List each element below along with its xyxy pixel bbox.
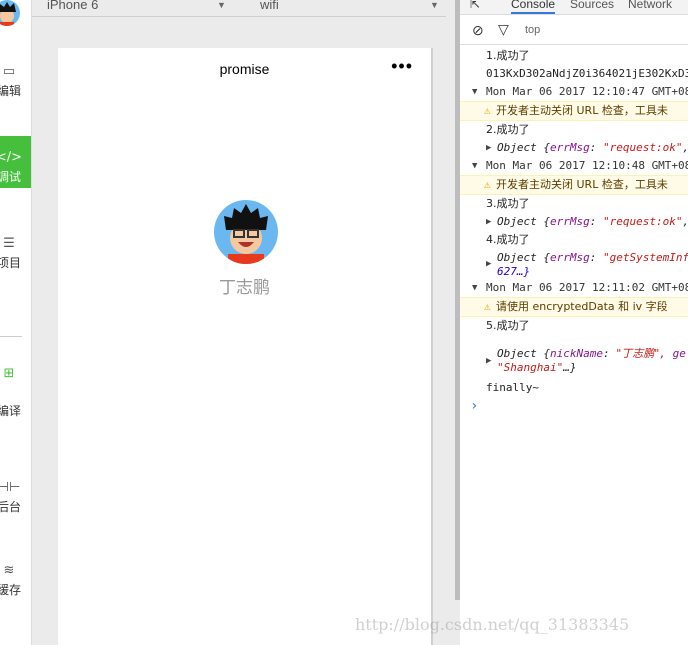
sidebar: ▭编辑 </>调试 ☰项目 ⊞编译 ⊣⊢后台 ≋缓存 <box>0 0 32 645</box>
log-line: 013KxD302aNdjZ0i364021jE302KxD3 <box>486 67 688 80</box>
tab-sources[interactable]: Sources <box>570 0 614 11</box>
log-group[interactable]: ▼ Mon Mar 06 2017 12:10:47 GMT+08 <box>460 83 688 101</box>
more-menu-button[interactable]: ••• <box>391 56 413 77</box>
user-avatar[interactable] <box>0 0 20 26</box>
devtools-tabs: ⇱ Console Sources Network <box>460 0 688 15</box>
simulator-toolbar: iPhone 6 ▼ wifi ▼ <box>32 0 446 17</box>
inspect-icon[interactable]: ⇱ <box>470 0 480 11</box>
log-line: 3.成功了 <box>486 197 530 210</box>
sidebar-item-project[interactable]: ☰项目 <box>0 236 31 271</box>
log-line: 2.成功了 <box>486 123 530 136</box>
user-nickname: 丁志鹏 <box>219 278 270 297</box>
expand-triangle-icon[interactable]: ▶ <box>486 213 491 231</box>
log-group[interactable]: ▼ Mon Mar 06 2017 12:11:02 GMT+08 <box>460 279 688 297</box>
warning-icon: ⚠ <box>484 178 491 191</box>
backend-icon: ⊣⊢ <box>0 480 21 495</box>
chevron-down-icon[interactable]: ▼ <box>217 0 226 10</box>
code-icon: </> <box>0 150 23 165</box>
sidebar-item-backend[interactable]: ⊣⊢后台 <box>0 480 31 515</box>
divider <box>0 336 22 337</box>
network-select[interactable]: wifi <box>260 0 279 12</box>
log-line: 4.成功了 <box>486 233 530 246</box>
warning-line: ⚠ 开发者主动关闭 URL 检查，工具未 <box>460 101 688 121</box>
log-line: finally~ <box>486 381 539 394</box>
sidebar-item-compile[interactable]: ⊞编译 <box>0 366 31 436</box>
expand-triangle-icon[interactable]: ▼ <box>472 157 477 175</box>
log-line: 1.成功了 <box>486 49 530 62</box>
expand-triangle-icon[interactable]: ▶ <box>486 257 491 271</box>
log-line: 5.成功了 <box>486 319 530 332</box>
watermark: http://blog.csdn.net/qq_31383345 <box>355 615 630 634</box>
object-line[interactable]: ▶ Object {nickName: "丁志鹏", ge "Shanghai"…} <box>460 347 688 375</box>
console-output: 1.成功了 013KxD302aNdjZ0i364021jE302KxD3 ▼ M… <box>460 45 688 415</box>
tab-network[interactable]: Network <box>628 0 672 11</box>
code-box-icon: ▭ <box>2 64 16 79</box>
console-prompt[interactable]: › <box>460 397 688 415</box>
sidebar-item-edit[interactable]: ▭编辑 <box>0 64 31 114</box>
object-line[interactable]: ▶Object {errMsg: "request:ok", <box>460 139 688 157</box>
user-avatar <box>214 200 278 264</box>
warning-line: ⚠ 开发者主动关闭 URL 检查，工具未 <box>460 175 688 195</box>
object-line[interactable]: ▶Object {errMsg: "request:ok", <box>460 213 688 231</box>
chevron-down-icon[interactable]: ▼ <box>430 0 439 10</box>
phone-simulator: promise ••• 丁志鹏 <box>58 48 433 645</box>
page-title: promise <box>219 61 270 77</box>
warning-icon: ⚠ <box>484 300 491 313</box>
compile-icon: ⊞ <box>3 366 15 381</box>
layers-icon: ≋ <box>3 563 15 578</box>
expand-triangle-icon[interactable]: ▼ <box>472 279 477 297</box>
expand-triangle-icon[interactable]: ▶ <box>486 354 491 368</box>
warning-line: ⚠ 请使用 encryptedData 和 iv 字段 <box>460 297 688 317</box>
warning-icon: ⚠ <box>484 104 491 117</box>
context-select[interactable]: top <box>525 24 540 36</box>
sidebar-item-cache[interactable]: ≋缓存 <box>0 563 31 598</box>
expand-triangle-icon[interactable]: ▼ <box>472 83 477 101</box>
object-line[interactable]: ▶ Object {errMsg: "getSystemInf 627…} <box>460 249 688 279</box>
log-group[interactable]: ▼ Mon Mar 06 2017 12:10:48 GMT+08 <box>460 157 688 175</box>
console-toolbar: ⊘ ▽ top <box>460 15 688 45</box>
clear-console-icon[interactable]: ⊘ <box>472 22 484 39</box>
sidebar-item-debug[interactable]: </>调试 <box>0 136 31 188</box>
device-select[interactable]: iPhone 6 <box>47 0 98 12</box>
menu-icon: ☰ <box>3 236 15 251</box>
devtools-panel: ⇱ Console Sources Network ⊘ ▽ top 1.成功了 … <box>460 0 688 645</box>
tab-console[interactable]: Console <box>511 0 556 14</box>
filter-icon[interactable]: ▽ <box>498 21 509 38</box>
expand-triangle-icon[interactable]: ▶ <box>486 139 491 157</box>
